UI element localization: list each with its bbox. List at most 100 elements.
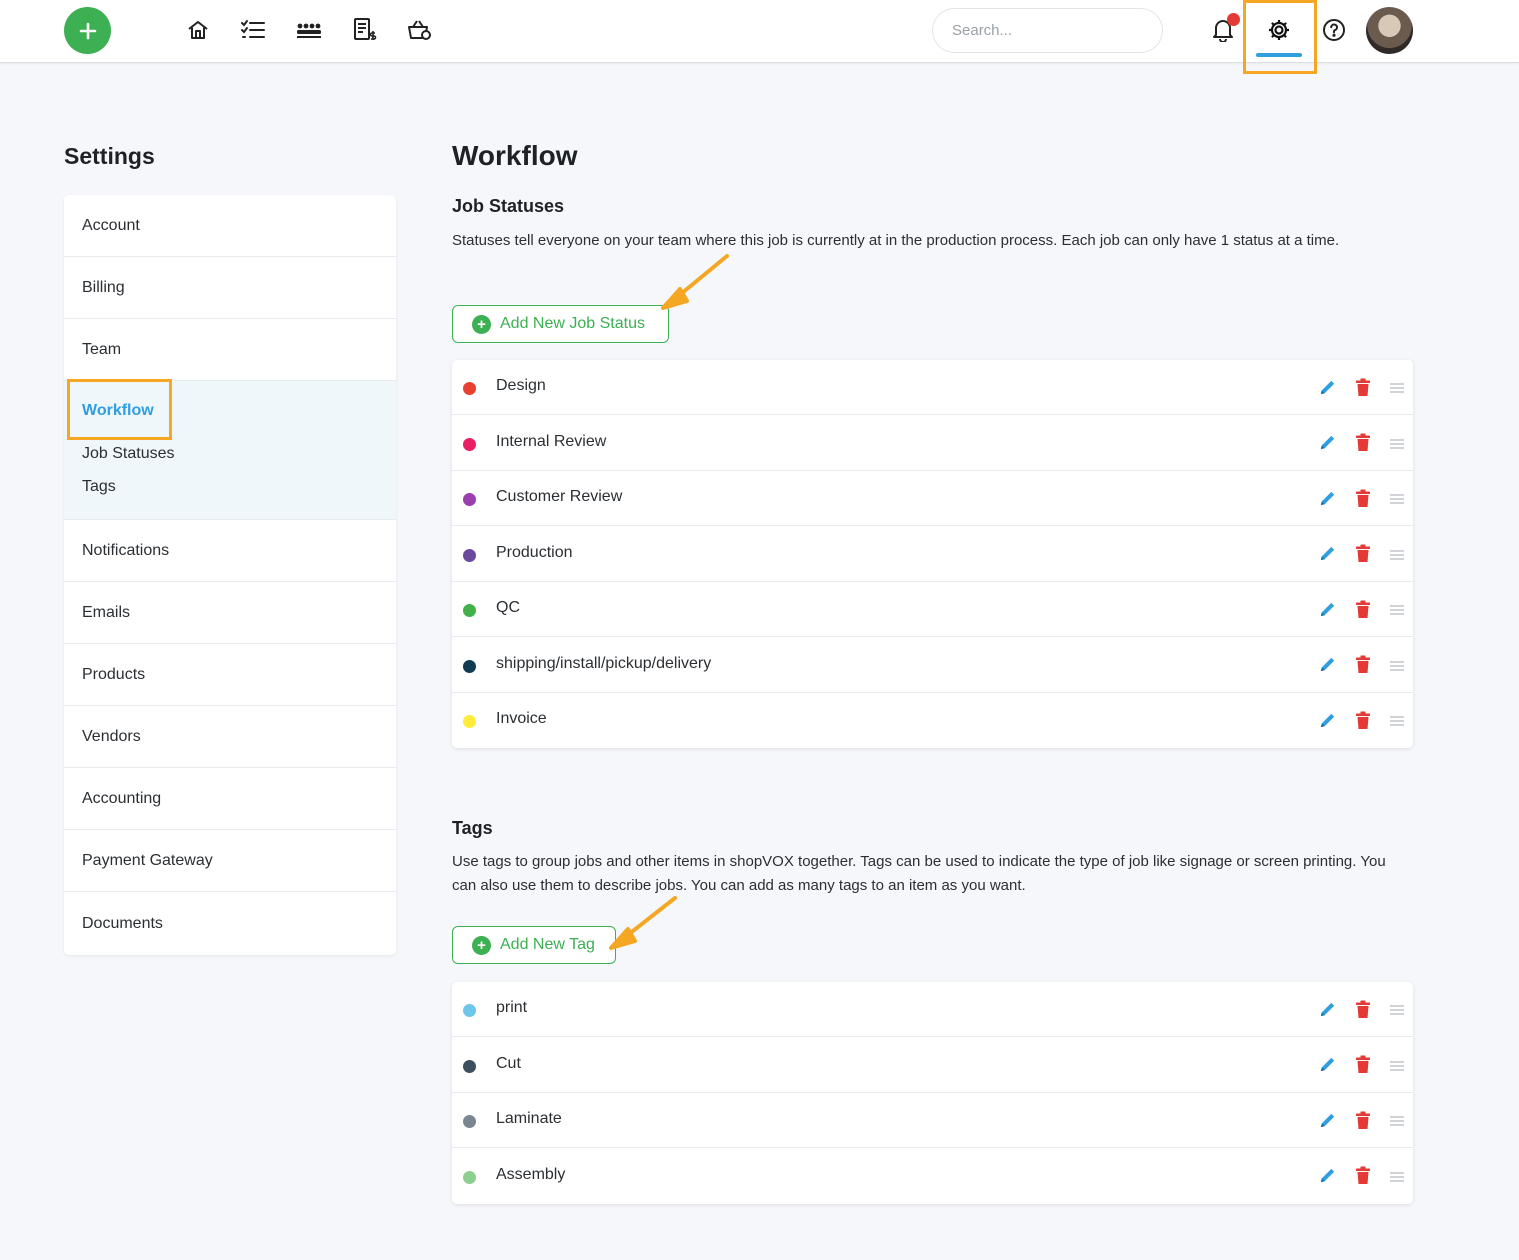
drag-handle[interactable] [1386, 487, 1408, 509]
drag-handle[interactable] [1386, 1054, 1408, 1076]
add-new-job-status-label: Add New Job Status [500, 315, 645, 332]
sidebar-item-team[interactable]: Team [64, 319, 396, 381]
drag-handle[interactable] [1386, 709, 1408, 731]
delete-button[interactable] [1352, 543, 1374, 565]
settings-highlight-box [1243, 0, 1317, 74]
edit-button[interactable] [1316, 376, 1338, 398]
trash-icon [1356, 711, 1370, 729]
drag-handle[interactable] [1386, 432, 1408, 454]
color-dot [463, 382, 476, 395]
drag-handle-icon [1390, 438, 1404, 449]
edit-button[interactable] [1316, 1109, 1338, 1131]
sidebar-subitem-job-statuses[interactable]: Job Statuses [82, 445, 175, 463]
list-item-label: Invoice [496, 710, 547, 727]
drag-handle[interactable] [1386, 543, 1408, 565]
tags-title: Tags [452, 818, 493, 838]
sidebar-item-documents[interactable]: Documents [64, 892, 396, 955]
delete-button[interactable] [1352, 1165, 1374, 1187]
checklist-icon [241, 20, 265, 38]
edit-button[interactable] [1316, 1054, 1338, 1076]
edit-button[interactable] [1316, 487, 1338, 509]
pencil-icon [1320, 1057, 1334, 1072]
drag-handle[interactable] [1386, 998, 1408, 1020]
color-dot [463, 1004, 476, 1017]
delete-button[interactable] [1352, 998, 1374, 1020]
sidebar-subitem-tags[interactable]: Tags [82, 478, 116, 496]
list-item-label: Assembly [496, 1165, 566, 1183]
drag-handle-icon [1390, 660, 1404, 671]
trash-icon [1356, 544, 1370, 562]
sidebar-item-payment-gateway[interactable]: Payment Gateway [64, 830, 396, 892]
trash-icon [1356, 489, 1370, 507]
delete-button[interactable] [1352, 709, 1374, 731]
edit-button[interactable] [1316, 432, 1338, 454]
delete-button[interactable] [1352, 1054, 1374, 1076]
edit-button[interactable] [1316, 543, 1338, 565]
sidebar-item-products[interactable]: Products [64, 644, 396, 706]
delete-button[interactable] [1352, 487, 1374, 509]
help-button[interactable] [1321, 17, 1347, 43]
job-statuses-description: Statuses tell everyone on your team wher… [452, 232, 1340, 249]
color-dot [463, 659, 476, 673]
pencil-icon [1320, 1168, 1334, 1183]
shop-icon [408, 20, 431, 40]
drag-handle[interactable] [1386, 654, 1408, 676]
color-dot [463, 437, 476, 451]
edit-button[interactable] [1316, 1165, 1338, 1187]
delete-button[interactable] [1352, 1109, 1374, 1131]
drag-handle-icon [1390, 494, 1404, 504]
drag-handle-icon [1390, 605, 1404, 615]
settings-title: Settings [64, 143, 155, 169]
arrow-to-add-job-status [661, 254, 729, 310]
edit-button[interactable] [1316, 598, 1338, 620]
list-item-label: print [496, 999, 528, 1016]
edit-button[interactable] [1316, 654, 1338, 676]
drag-handle[interactable] [1386, 1165, 1408, 1187]
home-nav-button[interactable] [185, 17, 211, 43]
invoices-nav-button[interactable] [352, 17, 378, 43]
team-nav-button[interactable] [296, 17, 322, 43]
help-icon [1323, 19, 1345, 41]
shop-nav-button[interactable] [407, 17, 433, 43]
create-new-button[interactable] [64, 7, 111, 54]
delete-button[interactable] [1352, 376, 1374, 398]
pencil-icon [1320, 602, 1334, 616]
drag-handle[interactable] [1386, 376, 1408, 398]
avatar[interactable] [1366, 7, 1413, 54]
pencil-icon [1320, 713, 1334, 727]
color-dot [463, 715, 476, 728]
list-item: Customer Review [452, 471, 1413, 526]
sidebar-item-vendors[interactable]: Vendors [64, 706, 396, 768]
sidebar-item-billing[interactable]: Billing [64, 257, 396, 319]
add-new-job-status-button[interactable]: + Add New Job Status [452, 305, 669, 343]
color-dot [463, 604, 476, 617]
list-item: Internal Review [452, 416, 1413, 471]
page-title: Workflow [452, 140, 578, 171]
tag-list: print Cut Laminate Assembly [452, 982, 1413, 1204]
delete-button[interactable] [1352, 432, 1374, 454]
pencil-icon [1320, 435, 1334, 450]
drag-handle[interactable] [1386, 1109, 1408, 1131]
edit-button[interactable] [1316, 709, 1338, 731]
trash-icon [1356, 1166, 1370, 1184]
pencil-icon [1320, 546, 1334, 561]
pencil-icon [1320, 1002, 1334, 1016]
tasks-nav-button[interactable] [240, 17, 266, 43]
trash-icon [1356, 655, 1370, 673]
sidebar-item-account[interactable]: Account [64, 195, 396, 257]
trash-icon [1356, 1000, 1370, 1018]
list-item: QC [452, 582, 1413, 637]
arrow-to-add-tag [609, 896, 677, 950]
search-input[interactable] [932, 8, 1163, 53]
trash-icon [1356, 433, 1370, 451]
delete-button[interactable] [1352, 654, 1374, 676]
pencil-icon [1320, 657, 1334, 672]
edit-button[interactable] [1316, 998, 1338, 1020]
delete-button[interactable] [1352, 598, 1374, 620]
sidebar-item-accounting[interactable]: Accounting [64, 768, 396, 830]
sidebar-item-emails[interactable]: Emails [64, 582, 396, 644]
add-new-tag-button[interactable]: + Add New Tag [452, 926, 616, 964]
color-dot [463, 493, 476, 506]
sidebar-item-notifications[interactable]: Notifications [64, 520, 396, 582]
drag-handle[interactable] [1386, 598, 1408, 620]
